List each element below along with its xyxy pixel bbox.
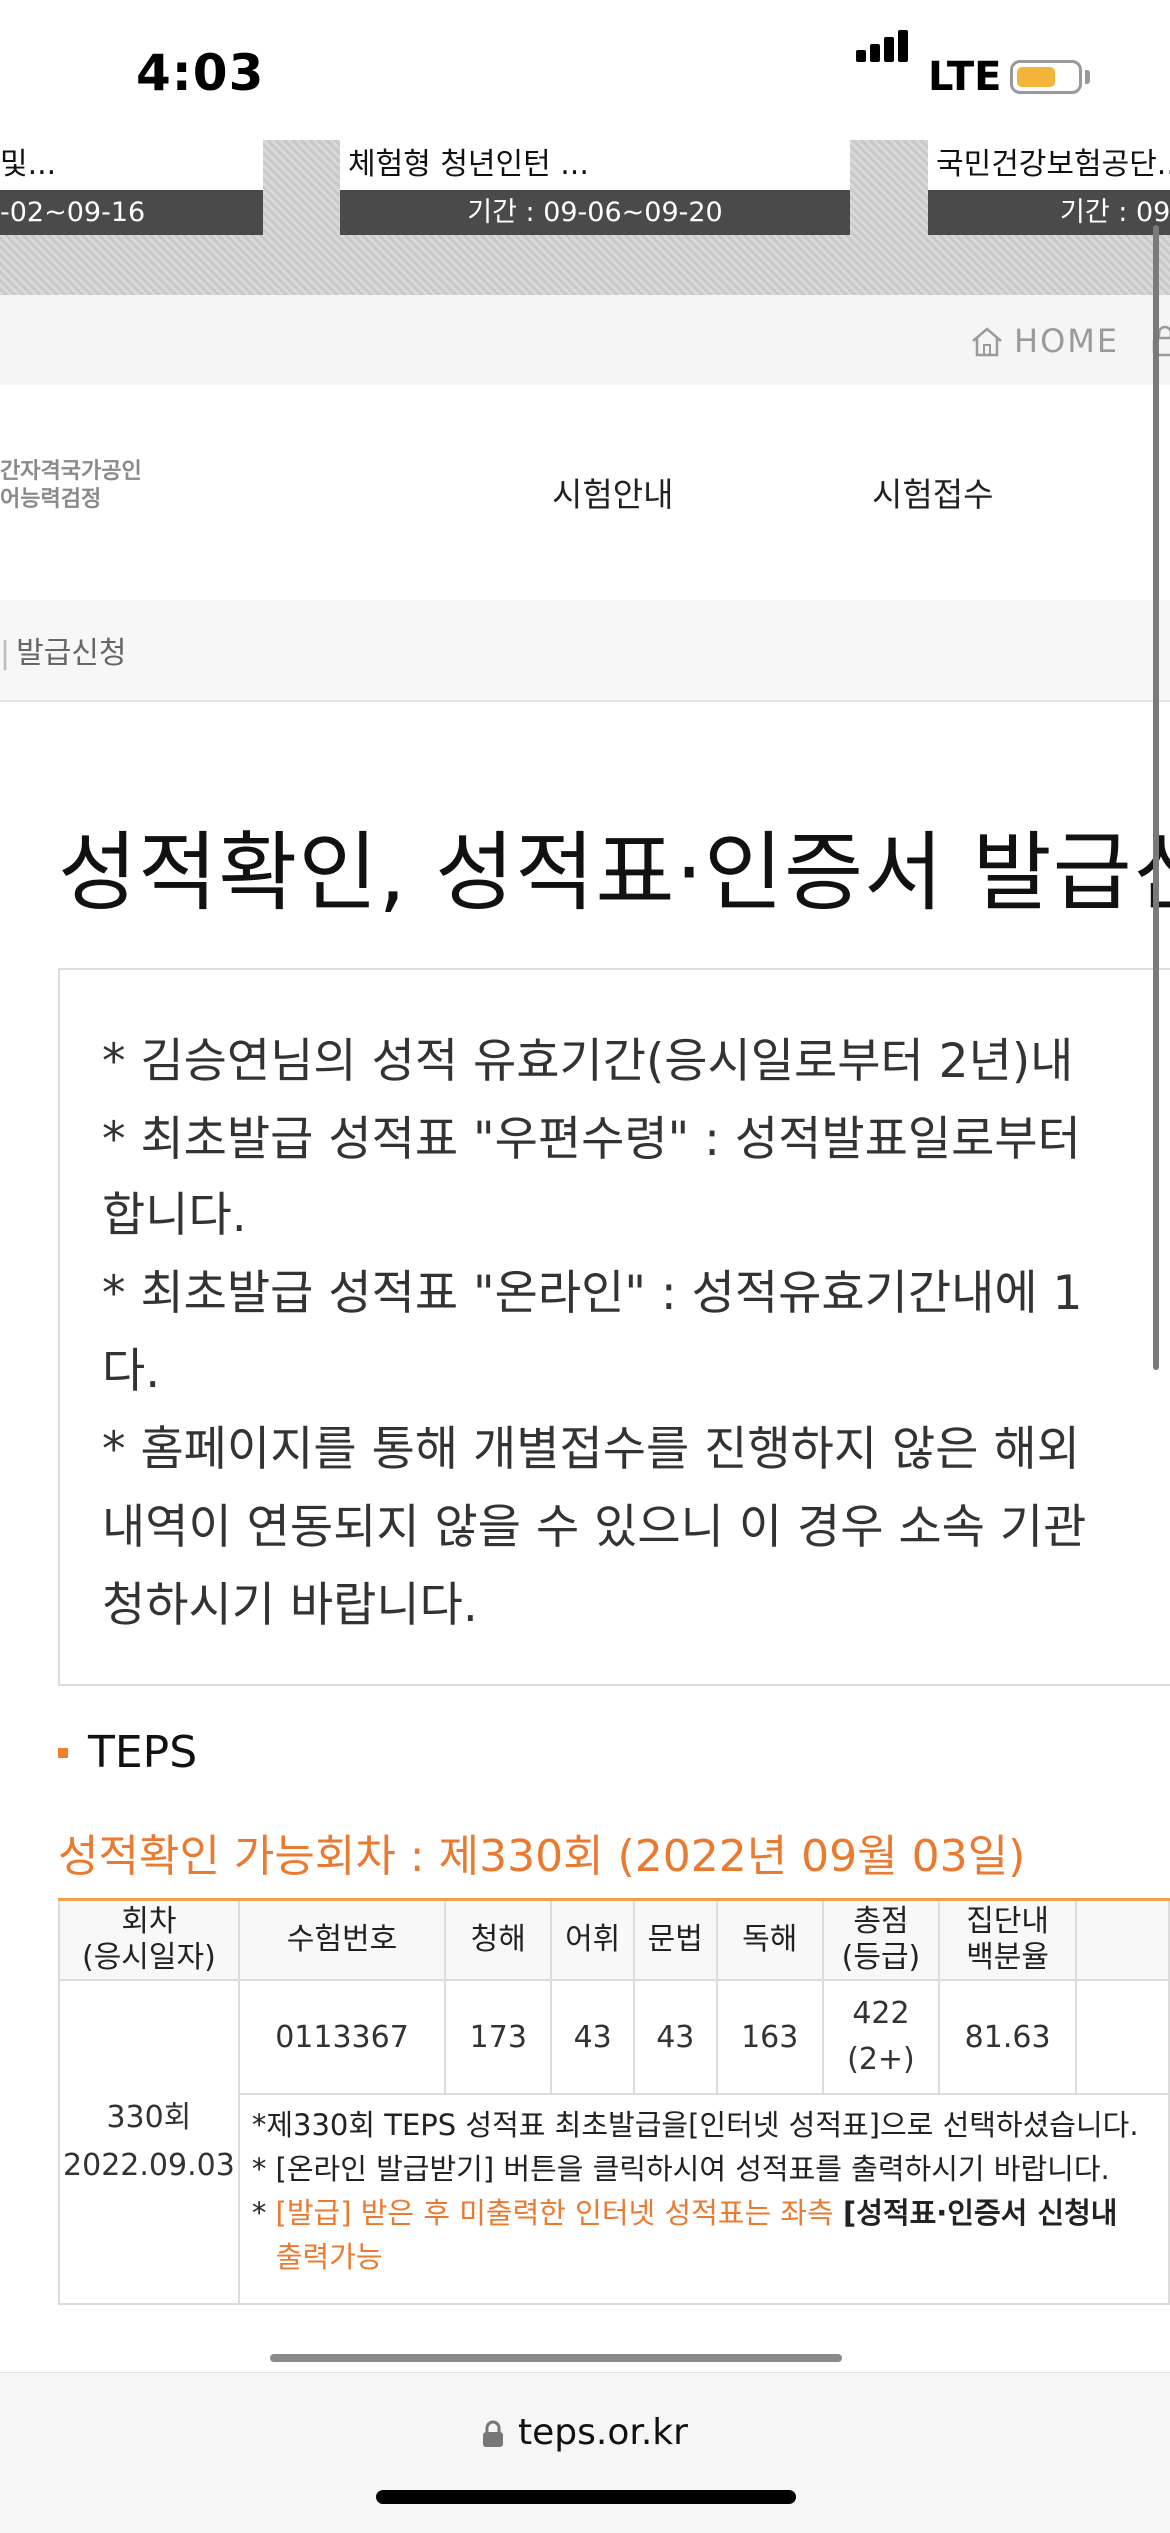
url-domain: teps.or.kr xyxy=(518,2412,688,2453)
note-highlight: [발급] 받은 후 미출력한 인터넷 성적표는 좌측 xyxy=(275,2196,843,2230)
session-number: 330회 xyxy=(106,2100,192,2135)
page-title: 성적확인, 성적표·인증서 발급신 xyxy=(58,823,1170,923)
cell-listening: 173 xyxy=(444,1979,553,2095)
banner-card[interactable]: 국민건강보험공단... 기간 : 09 xyxy=(928,140,1170,235)
url-display[interactable]: teps.or.kr xyxy=(0,2412,1170,2453)
notice-line: * 최초발급 성적표 "우편수령" : 성적발표일로부터 xyxy=(102,1112,1081,1167)
col-header-grammar: 문법 xyxy=(632,1898,718,1981)
home-link[interactable]: HOME xyxy=(1014,322,1119,360)
note-line: *제330회 TEPS 성적표 최초발급을[인터넷 성적표]으로 선택하셨습니다… xyxy=(251,2108,1139,2142)
banner-card[interactable]: 체험형 청년인턴 ... 기간 : 09-06~09-20 xyxy=(340,140,850,235)
banner-period: 기간 : 09-06~09-20 xyxy=(340,190,850,235)
available-session: 성적확인 가능회차 : 제330회 (2022년 09월 03일) xyxy=(58,1831,1026,1882)
breadcrumb-label: 발급신청 xyxy=(16,636,127,671)
site-logo[interactable]: 간자격국가공인 어능력검정 xyxy=(0,458,142,514)
network-label: LTE xyxy=(928,54,1002,100)
note-line: 출력가능 xyxy=(275,2240,383,2274)
teps-section-title: TEPS xyxy=(88,1727,198,1778)
home-indicator[interactable] xyxy=(376,2490,796,2504)
battery-cap xyxy=(1085,70,1090,84)
breadcrumb-current: | 발급신청 xyxy=(0,628,127,672)
lock-icon xyxy=(483,2420,504,2447)
banner-title: 국민건강보험공단... xyxy=(936,147,1170,182)
cell-session: 330회 2022.09.03 xyxy=(58,1979,240,2305)
session-date: 2022.09.03 xyxy=(63,2148,235,2183)
note-link[interactable]: [성적표·인증서 신청내 xyxy=(843,2196,1118,2230)
table-row: 330회 2022.09.03 0113367 173 43 43 163 42… xyxy=(58,1979,1170,2305)
section-bullet-icon xyxy=(58,1748,68,1758)
notice-line: * 최초발급 성적표 "온라인" : 성적유효기간내에 1 xyxy=(102,1266,1083,1321)
note-line: * [온라인 발급받기] 버튼을 클릭하시여 성적표를 출력하시기 바랍니다. xyxy=(251,2152,1110,2186)
banner-card[interactable]: 및... -02~09-16 xyxy=(0,140,263,235)
home-icon xyxy=(972,327,1002,357)
nav-item-exam-info[interactable]: 시험안내 xyxy=(552,468,673,516)
note-line: * [발급] 받은 후 미출력한 인터넷 성적표는 좌측 [성적표·인증서 신청… xyxy=(251,2196,1118,2230)
notice-line: * 홈페이지를 통해 개별접수를 진행하지 않은 해외 xyxy=(102,1422,1080,1477)
nav-item-exam-registration[interactable]: 시험접수 xyxy=(872,468,993,516)
notice-line: 청하시기 바랍니다. xyxy=(102,1578,478,1633)
col-header-listening: 청해 xyxy=(444,1898,553,1981)
col-header-percentile: 집단내 백분율 xyxy=(938,1898,1078,1981)
breadcrumb-separator: | xyxy=(0,636,11,671)
cell-reading: 163 xyxy=(715,1979,824,2095)
notice-line: * 김승연님의 성적 유효기간(응시일로부터 2년)내 xyxy=(102,1034,1074,1089)
battery-icon xyxy=(1010,60,1082,94)
banner-title: 및... xyxy=(0,147,57,182)
cell-percentile: 81.63 xyxy=(938,1979,1078,2095)
col-header-exam-number: 수험번호 xyxy=(237,1898,447,1981)
banner-period: -02~09-16 xyxy=(0,190,263,235)
table-header-row: 회차 (응시일자) 수험번호 청해 어휘 문법 독해 총점 (등급) 집단내 백분율 xyxy=(58,1898,1170,1981)
banner-period: 기간 : 09 xyxy=(928,190,1170,235)
col-header-total: 총점 (등급) xyxy=(821,1898,941,1981)
col-header-session: 회차 (응시일자) xyxy=(58,1898,240,1981)
logo-line: 간자격국가공인 xyxy=(0,459,142,484)
notes-cell: *제330회 TEPS 성적표 최초발급을[인터넷 성적표]으로 선택하셨습니다… xyxy=(237,2093,1170,2305)
horizontal-scrollbar[interactable] xyxy=(270,2354,842,2362)
notice-line: 내역이 연동되지 않을 수 있으니 이 경우 소속 기관 xyxy=(102,1500,1087,1555)
col-header-reading: 독해 xyxy=(715,1898,824,1981)
score-table: 회차 (응시일자) 수험번호 청해 어휘 문법 독해 총점 (등급) 집단내 백분율 … xyxy=(58,1898,1170,2305)
col-header-extra xyxy=(1075,1898,1170,1981)
notice-line: 합니다. xyxy=(102,1188,247,1243)
total-grade: (2+) xyxy=(847,2042,915,2077)
logo-line: 어능력검정 xyxy=(0,487,102,512)
cell-total: 422 (2+) xyxy=(821,1979,941,2095)
breadcrumb xyxy=(0,600,1170,702)
cell-extra xyxy=(1075,1979,1170,2095)
cell-vocabulary: 43 xyxy=(550,1979,635,2095)
total-score: 422 xyxy=(852,1996,910,2031)
notice-line: 다. xyxy=(102,1344,161,1399)
status-time: 4:03 xyxy=(136,44,265,102)
vertical-scrollbar[interactable] xyxy=(1153,225,1159,1370)
cell-exam-number: 0113367 xyxy=(237,1979,447,2095)
col-header-vocabulary: 어휘 xyxy=(550,1898,635,1981)
banner-title: 체험형 청년인턴 ... xyxy=(348,147,589,182)
cell-grammar: 43 xyxy=(632,1979,718,2095)
